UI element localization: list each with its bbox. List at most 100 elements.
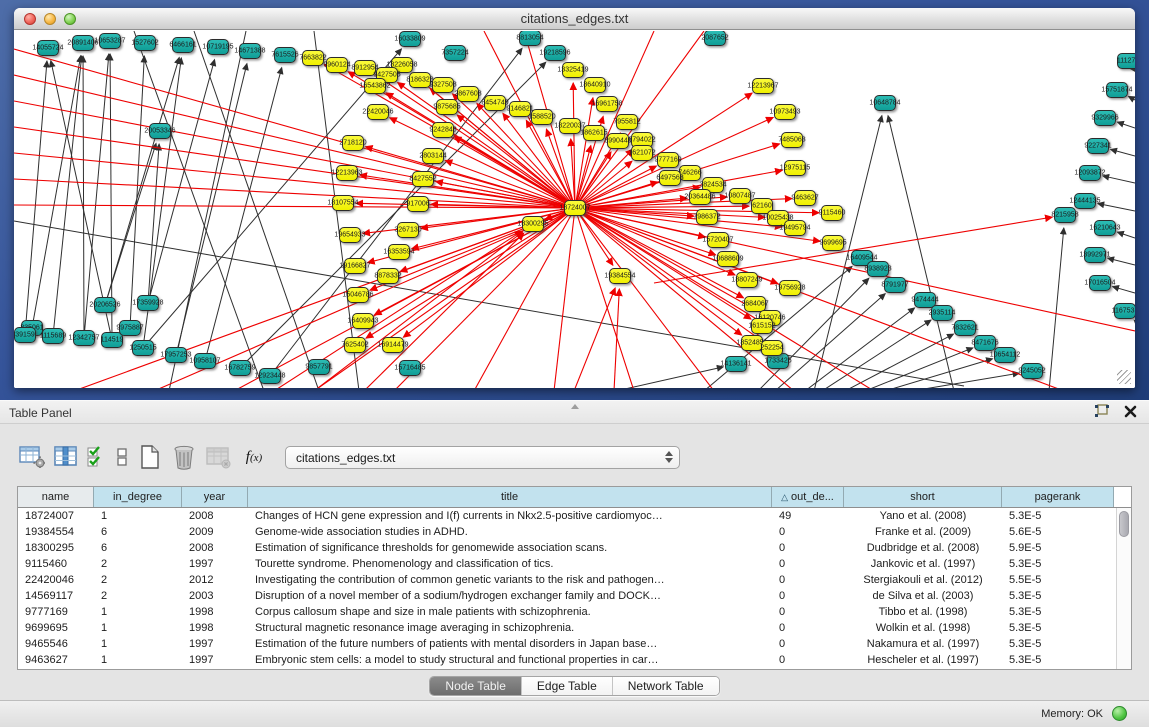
- table-row[interactable]: 1872400712008Changes of HCN gene express…: [18, 508, 1131, 524]
- network-node[interactable]: [679, 165, 701, 181]
- tab-network-table[interactable]: Network Table: [613, 677, 719, 695]
- table-cell[interactable]: 2009: [182, 526, 248, 538]
- table-cell[interactable]: 9463627: [18, 654, 94, 666]
- table-cell[interactable]: Genome-wide association studies in ADHD.: [248, 526, 772, 538]
- table-cell[interactable]: Embryonic stem cells: a model to study s…: [248, 654, 772, 666]
- table-select-dropdown[interactable]: citations_edges.txt: [285, 446, 680, 469]
- network-node[interactable]: [736, 272, 758, 288]
- table-cell[interactable]: Corpus callosum shape and size in male p…: [248, 606, 772, 618]
- network-node[interactable]: [954, 320, 976, 336]
- function-builder-button[interactable]: f(x): [237, 443, 271, 471]
- network-node[interactable]: [509, 101, 531, 117]
- table-cell[interactable]: 1998: [182, 622, 248, 634]
- splitter-handle[interactable]: [568, 403, 582, 410]
- network-node[interactable]: [631, 145, 653, 161]
- table-cell[interactable]: 22420046: [18, 574, 94, 586]
- network-node[interactable]: [344, 258, 366, 274]
- table-row[interactable]: 1938455462009Genome-wide association stu…: [18, 524, 1131, 540]
- network-node[interactable]: [931, 305, 953, 321]
- network-node[interactable]: [696, 209, 718, 225]
- table-cell[interactable]: 18724007: [18, 510, 94, 522]
- network-node[interactable]: [562, 62, 584, 78]
- table-cell[interactable]: 5.5E-5: [1002, 574, 1114, 586]
- network-node[interactable]: [229, 360, 251, 376]
- network-node[interactable]: [1074, 193, 1096, 209]
- table-cell[interactable]: 0: [772, 542, 844, 554]
- network-node[interactable]: [407, 196, 429, 212]
- network-node[interactable]: [336, 165, 358, 181]
- table-cell[interactable]: Disruption of a novel member of a sodium…: [248, 590, 772, 602]
- table-cell[interactable]: 9465546: [18, 638, 94, 650]
- memory-status-icon[interactable]: [1112, 706, 1127, 721]
- table-cell[interactable]: 0: [772, 638, 844, 650]
- table-cell[interactable]: 9777169: [18, 606, 94, 618]
- table-cell[interactable]: 5.3E-5: [1002, 510, 1114, 522]
- network-node[interactable]: [519, 31, 541, 46]
- delete-table-button[interactable]: [203, 443, 233, 471]
- network-node[interactable]: [1089, 275, 1111, 291]
- network-node[interactable]: [326, 57, 348, 73]
- table-cell[interactable]: 0: [772, 654, 844, 666]
- network-node[interactable]: [1094, 220, 1116, 236]
- table-cell[interactable]: 1: [94, 622, 182, 634]
- table-cell[interactable]: Estimation of the future numbers of pati…: [248, 638, 772, 650]
- table-cell[interactable]: 5.3E-5: [1002, 590, 1114, 602]
- table-cell[interactable]: 5.3E-5: [1002, 606, 1114, 618]
- network-node[interactable]: [207, 39, 229, 55]
- table-cell[interactable]: Jankovic et al. (1997): [844, 558, 1002, 570]
- network-node[interactable]: [707, 232, 729, 248]
- show-columns-button[interactable]: [51, 443, 81, 471]
- network-node[interactable]: [994, 347, 1016, 363]
- table-cell[interactable]: 1: [94, 654, 182, 666]
- table-cell[interactable]: 9699695: [18, 622, 94, 634]
- network-node[interactable]: [717, 251, 739, 267]
- network-node[interactable]: [347, 287, 369, 303]
- table-cell[interactable]: 2: [94, 558, 182, 570]
- table-row[interactable]: 946362711997Embryonic stem cells: a mode…: [18, 652, 1131, 668]
- create-column-button[interactable]: [135, 443, 165, 471]
- network-node[interactable]: [367, 104, 389, 120]
- network-node[interactable]: [874, 95, 896, 111]
- network-node[interactable]: [399, 360, 421, 376]
- window-resize-grip-icon[interactable]: [1117, 370, 1131, 384]
- tab-edge-table[interactable]: Edge Table: [522, 677, 613, 695]
- network-node[interactable]: [659, 170, 681, 186]
- table-cell[interactable]: Wolkin et al. (1998): [844, 622, 1002, 634]
- table-cell[interactable]: Hescheler et al. (1997): [844, 654, 1002, 666]
- network-node[interactable]: [752, 78, 774, 94]
- network-node[interactable]: [564, 200, 586, 216]
- network-node[interactable]: [432, 77, 454, 93]
- network-node[interactable]: [607, 133, 629, 149]
- table-cell[interactable]: Franke et al. (2009): [844, 526, 1002, 538]
- table-cell[interactable]: 1: [94, 510, 182, 522]
- table-cell[interactable]: Stergiakouli et al. (2012): [844, 574, 1002, 586]
- table-cell[interactable]: 1997: [182, 654, 248, 666]
- network-node[interactable]: [42, 328, 64, 344]
- network-node[interactable]: [308, 359, 330, 375]
- network-node[interactable]: [704, 31, 726, 46]
- table-cell[interactable]: 5.3E-5: [1002, 654, 1114, 666]
- table-cell[interactable]: Dudbridge et al. (2008): [844, 542, 1002, 554]
- table-cell[interactable]: Nakamura et al. (1997): [844, 638, 1002, 650]
- network-node[interactable]: [364, 78, 386, 94]
- network-node[interactable]: [412, 171, 434, 187]
- network-node[interactable]: [522, 216, 544, 232]
- table-row[interactable]: 911546021997Tourette syndrome. Phenomeno…: [18, 556, 1131, 572]
- network-node[interactable]: [784, 160, 806, 176]
- network-node[interactable]: [741, 335, 763, 351]
- network-node[interactable]: [779, 280, 801, 296]
- network-node[interactable]: [132, 340, 154, 356]
- network-node[interactable]: [165, 347, 187, 363]
- table-cell[interactable]: 1: [94, 606, 182, 618]
- table-scrollbar[interactable]: [1116, 508, 1131, 669]
- network-node[interactable]: [137, 295, 159, 311]
- table-cell[interactable]: 49: [772, 510, 844, 522]
- column-header-pagerank[interactable]: pagerank: [1002, 487, 1114, 507]
- column-header-year[interactable]: year: [182, 487, 248, 507]
- table-cell[interactable]: de Silva et al. (2003): [844, 590, 1002, 602]
- network-node[interactable]: [444, 45, 466, 61]
- network-node[interactable]: [1117, 53, 1135, 69]
- network-node[interactable]: [172, 37, 194, 53]
- network-node[interactable]: [302, 50, 324, 66]
- table-cell[interactable]: 1: [94, 638, 182, 650]
